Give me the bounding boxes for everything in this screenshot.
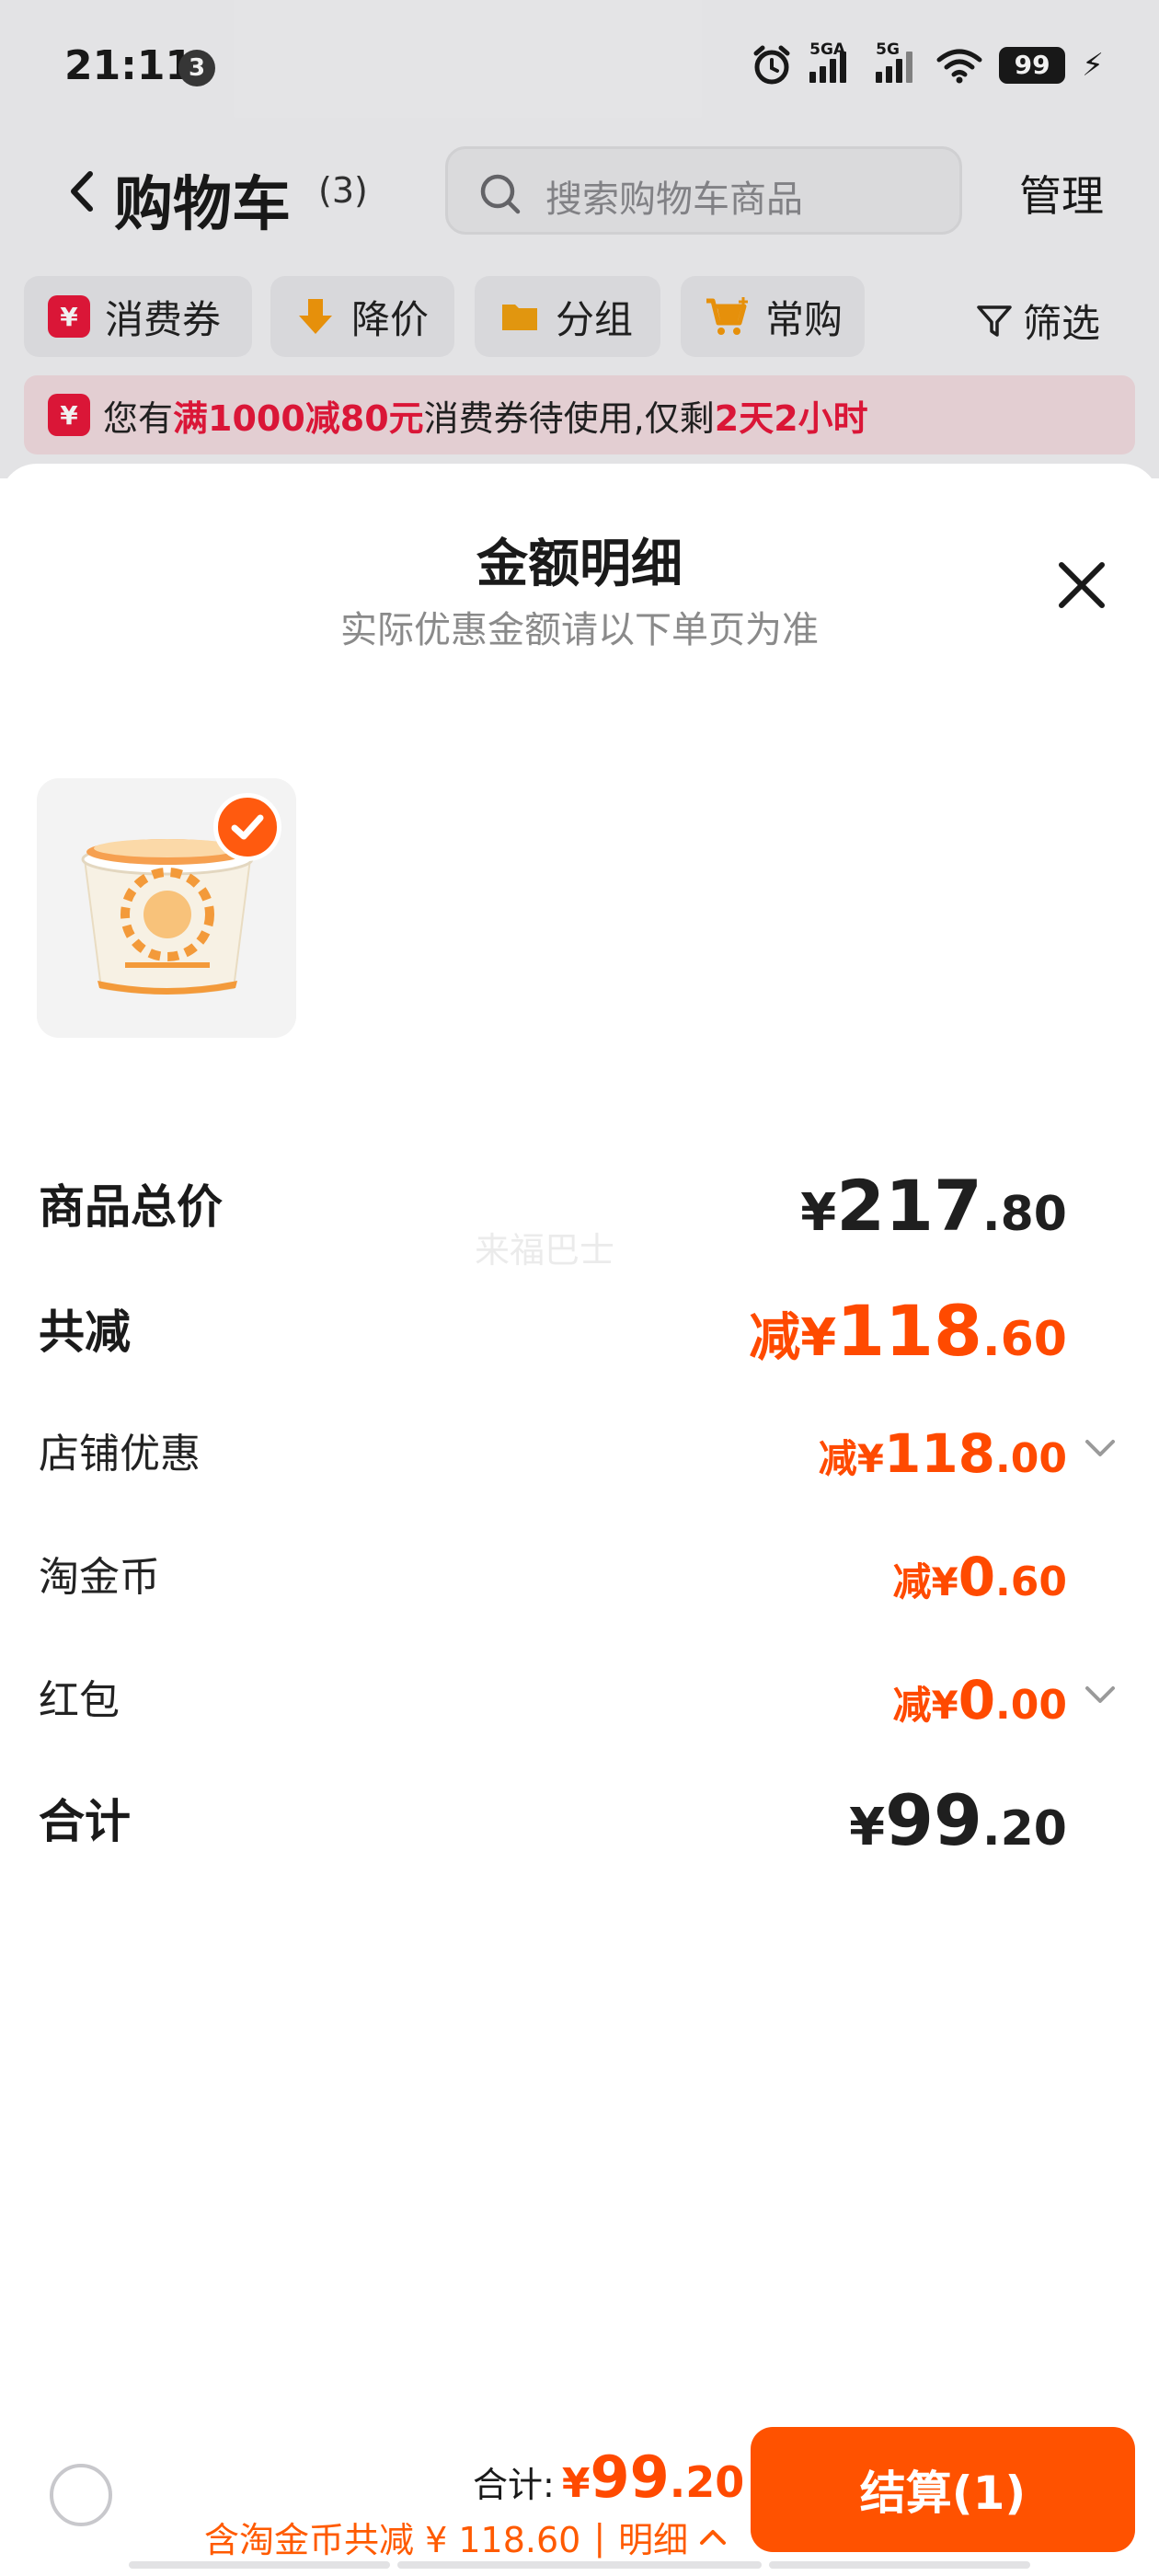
bottom-total-label: 合计: [473,2465,555,2505]
subtotal-integer: 217 [836,1165,982,1247]
grand-total-label: 合计 [39,1795,131,1848]
checkout-bar: 合计: ¥99.20 含淘金币共减 ¥ 118.60 | 明细 结算(1) [0,2410,1159,2576]
red-packet-currency: ¥ [931,1683,958,1728]
check-icon [231,814,264,840]
subtotal-value: ¥217.80 [800,1165,1067,1247]
amount-detail-sheet: 金额明细 实际优惠金额请以下单页为准 商品总价 ¥217.80 共减 减¥118… [0,464,1159,2576]
grand-total-row: 合计 ¥99.20 [0,1768,1159,1861]
detail-label: 明细 [618,2520,689,2560]
total-discount-label: 共减 [39,1305,131,1359]
grand-total-value: ¥99.20 [849,1779,1067,1861]
watermark: 来福巴士 [475,1230,615,1271]
total-discount-integer: 118 [836,1290,982,1372]
grand-total-integer: 99 [885,1779,982,1861]
red-packet-value: 减¥0.00 [892,1669,1067,1731]
bottom-total-integer: 99 [590,2444,670,2511]
discount-summary: 含淘金币共减 ¥ 118.60 [204,2520,581,2560]
red-packet-integer: 0 [958,1669,996,1731]
shop-discount-label: 店铺优惠 [39,1431,201,1478]
shop-discount-currency: ¥ [856,1436,884,1481]
total-discount-row: 共减 减¥118.60 [0,1279,1159,1372]
taojinbi-prefix: 减 [892,1559,932,1604]
shop-discount-row[interactable]: 店铺优惠 减¥118.00 [0,1404,1159,1487]
product-selected-checkbox[interactable] [213,793,281,861]
shop-discount-value: 减¥118.00 [819,1422,1067,1485]
sheet-subtitle: 实际优惠金额请以下单页为准 [340,609,819,651]
shop-discount-prefix: 减 [818,1436,857,1481]
taojinbi-currency: ¥ [931,1559,958,1604]
close-icon[interactable] [1054,558,1109,613]
checkout-button[interactable]: 结算(1) [751,2427,1135,2552]
bottom-total: 合计: ¥99.20 [473,2444,744,2511]
subtotal-currency: ¥ [800,1183,837,1243]
chevron-down-icon[interactable] [1084,1684,1117,1706]
total-discount-prefix: 减 [749,1308,801,1368]
total-discount-value: 减¥118.60 [749,1290,1067,1372]
shop-discount-decimal: .00 [995,1435,1067,1482]
taojinbi-label: 淘金币 [39,1554,160,1601]
red-packet-prefix: 减 [892,1683,932,1728]
grand-total-currency: ¥ [849,1798,886,1857]
sheet-title: 金额明细 [476,535,683,594]
bottom-total-decimal: .20 [669,2457,745,2507]
chevron-up-icon [700,2529,727,2545]
red-packet-row[interactable]: 红包 减¥0.00 [0,1650,1159,1733]
subtotal-decimal: .80 [981,1187,1067,1242]
subtotal-label: 商品总价 [39,1180,223,1234]
gesture-bar [129,2561,1030,2569]
red-packet-label: 红包 [39,1677,120,1724]
separator: | [593,2516,606,2558]
taojinbi-integer: 0 [958,1546,996,1608]
total-discount-currency: ¥ [800,1308,837,1368]
detail-toggle[interactable]: 含淘金币共减 ¥ 118.60 | 明细 [204,2512,727,2562]
total-discount-decimal: .60 [981,1312,1067,1367]
chevron-down-icon[interactable] [1084,1437,1117,1459]
dim-overlay[interactable] [0,0,1159,478]
bottom-total-amount: ¥99.20 [562,2444,744,2511]
shop-discount-integer: 118 [883,1422,996,1485]
red-packet-decimal: .00 [995,1682,1067,1729]
select-all-checkbox[interactable] [50,2464,112,2526]
taojinbi-value: 减¥0.60 [892,1546,1067,1608]
taojinbi-row: 淘金币 减¥0.60 [0,1527,1159,1610]
grand-total-decimal: .20 [981,1801,1067,1857]
bottom-total-currency: ¥ [561,2460,591,2507]
taojinbi-decimal: .60 [995,1558,1067,1605]
